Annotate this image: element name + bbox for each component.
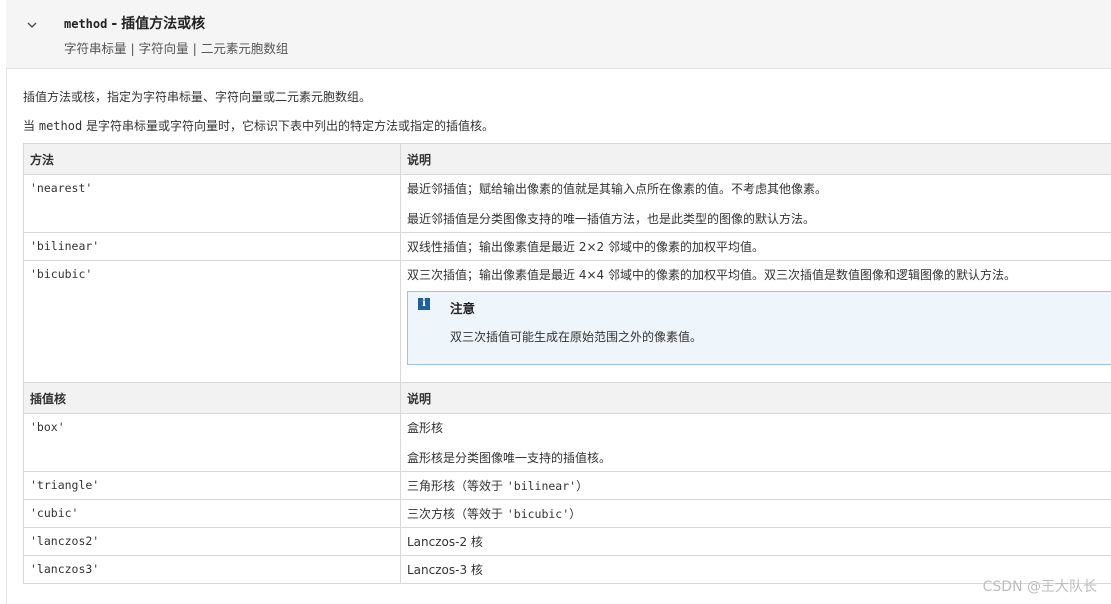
description-line: 三角形核（等效于 'bilinear'） <box>407 478 1111 494</box>
text-suffix: ） <box>576 479 589 493</box>
watermark: CSDN @王大队长 <box>982 579 1097 595</box>
kernel-key: 'box' <box>23 413 401 472</box>
method-key: 'nearest' <box>23 174 401 233</box>
inline-code: 'bilinear' <box>506 479 577 493</box>
methods-header-row: 方法 说明 <box>23 143 1111 175</box>
doc-page: method - 插值方法或核 字符串标量 | 字符向量 | 二元素元胞数组 插值方… <box>0 0 1111 604</box>
description-line: Lanczos-2 核 <box>407 535 483 549</box>
intro-paragraph-2: 当 method 是字符串标量或字符向量时，它标识下表中列出的特定方法或指定的插… <box>23 117 494 134</box>
method-key: 'bilinear' <box>23 232 401 261</box>
parameter-types: 字符串标量 | 字符向量 | 二元素元胞数组 <box>64 41 289 56</box>
method-description: 双三次插值；输出像素值是最近 4×4 邻域中的像素的加权平均值。双三次插值是数值… <box>400 260 1111 383</box>
info-icon: i <box>418 298 430 310</box>
interpolation-table: 方法 说明 'nearest' 最近邻插值；赋给输出像素的值就是其输入点所在像素… <box>23 143 1111 584</box>
kernel-description: 盒形核 盒形核是分类图像唯一支持的插值核。 <box>400 413 1111 472</box>
parameter-description-title: 插值方法或核 <box>121 16 206 32</box>
table-row: 'lanczos3' Lanczos-3 核 <box>23 555 1111 584</box>
kernel-description: Lanczos-2 核 <box>400 527 1111 556</box>
method-description: 最近邻插值；赋给输出像素的值就是其输入点所在像素的值。不考虑其他像素。 最近邻插… <box>400 174 1111 233</box>
note-text: 双三次插值可能生成在原始范围之外的像素值。 <box>450 330 703 344</box>
kernels-header-row: 插值核 说明 <box>23 382 1111 414</box>
table-row: 'lanczos2' Lanczos-2 核 <box>23 527 1111 556</box>
intro-suffix: 是字符串标量或字符向量时，它标识下表中列出的特定方法或指定的插值核。 <box>86 119 495 133</box>
description-line: 盒形核 <box>407 421 444 435</box>
table-row: 'box' 盒形核 盒形核是分类图像唯一支持的插值核。 <box>23 413 1111 472</box>
kernel-key: 'lanczos3' <box>23 555 401 584</box>
column-header-method: 方法 <box>23 143 401 175</box>
method-description: 双线性插值；输出像素值是最近 2×2 邻域中的像素的加权平均值。 <box>400 232 1111 261</box>
parameter-header[interactable]: method - 插值方法或核 字符串标量 | 字符向量 | 二元素元胞数组 <box>6 0 1111 69</box>
method-key: 'bicubic' <box>23 260 401 383</box>
table-row: 'cubic' 三次方核（等效于 'bicubic'） <box>23 499 1111 528</box>
intro-prefix: 当 <box>23 119 36 133</box>
table-row: 'nearest' 最近邻插值；赋给输出像素的值就是其输入点所在像素的值。不考虑… <box>23 174 1111 233</box>
text-prefix: 三次方核（等效于 <box>407 507 504 521</box>
text-suffix: ） <box>569 507 582 521</box>
description-line: 最近邻插值；赋给输出像素的值就是其输入点所在像素的值。不考虑其他像素。 <box>407 182 828 196</box>
text-prefix: 三角形核（等效于 <box>407 479 504 493</box>
note-title: 注意 <box>450 301 476 316</box>
kernel-key: 'triangle' <box>23 471 401 500</box>
intro-code-method: method <box>38 119 83 133</box>
column-header-kernel: 插值核 <box>23 382 401 414</box>
table-row: 'bilinear' 双线性插值；输出像素值是最近 2×2 邻域中的像素的加权平… <box>23 232 1111 261</box>
table-row: 'bicubic' 双三次插值；输出像素值是最近 4×4 邻域中的像素的加权平均… <box>23 260 1111 383</box>
kernel-key: 'cubic' <box>23 499 401 528</box>
description-line: 三次方核（等效于 'bicubic'） <box>407 506 1111 522</box>
chevron-down-icon[interactable] <box>26 19 38 31</box>
parameter-name: method <box>64 17 108 31</box>
title-separator: - <box>111 16 118 32</box>
intro-paragraph-1: 插值方法或核，指定为字符串标量、字符向量或二元素元胞数组。 <box>23 90 372 104</box>
column-header-description: 说明 <box>400 382 1111 414</box>
kernel-key: 'lanczos2' <box>23 527 401 556</box>
kernel-description: 三角形核（等效于 'bilinear'） <box>400 471 1111 500</box>
inline-code: 'bicubic' <box>506 507 570 521</box>
parameter-title: method - 插值方法或核 <box>64 13 205 33</box>
description-line: 双线性插值；输出像素值是最近 2×2 邻域中的像素的加权平均值。 <box>407 240 764 254</box>
kernel-description: 三次方核（等效于 'bicubic'） <box>400 499 1111 528</box>
description-line: 最近邻插值是分类图像支持的唯一插值方法，也是此类型的图像的默认方法。 <box>407 212 816 226</box>
left-divider <box>6 68 7 604</box>
description-line: 盒形核是分类图像唯一支持的插值核。 <box>407 451 612 465</box>
table-row: 'triangle' 三角形核（等效于 'bilinear'） <box>23 471 1111 500</box>
note-callout: i 注意 双三次插值可能生成在原始范围之外的像素值。 <box>407 291 1111 365</box>
description-line: 双三次插值；输出像素值是最近 4×4 邻域中的像素的加权平均值。双三次插值是数值… <box>407 268 1016 282</box>
column-header-description: 说明 <box>400 143 1111 175</box>
